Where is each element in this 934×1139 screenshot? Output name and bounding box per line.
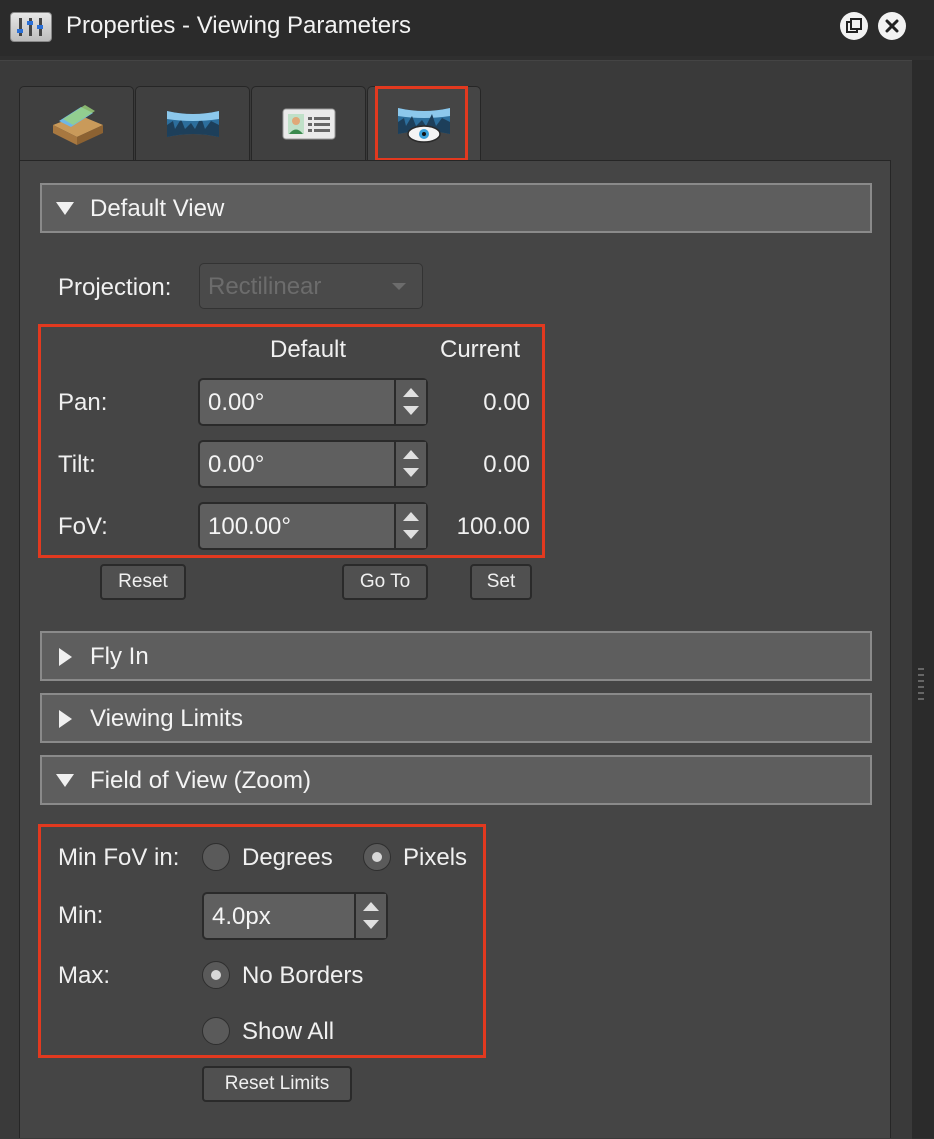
expand-triangle-icon	[59, 710, 72, 728]
section-title: Viewing Limits	[90, 705, 243, 732]
id-card-icon	[282, 108, 335, 139]
min-fov-in-label: Min FoV in:	[58, 844, 180, 871]
tilt-label: Tilt:	[58, 451, 96, 478]
tab-highlight-box	[375, 86, 468, 161]
fov-default-spinbox[interactable]: 100.00°	[198, 502, 428, 550]
min-label: Min:	[58, 902, 104, 929]
section-title: Field of View (Zoom)	[90, 767, 311, 794]
min-fov-stepper[interactable]	[354, 894, 386, 938]
go-to-button[interactable]: Go To	[342, 564, 428, 600]
section-field-of-view-header[interactable]: Field of View (Zoom)	[40, 755, 872, 805]
pan-default-value: 0.00°	[208, 389, 265, 416]
fov-current-value: 100.00	[456, 513, 530, 540]
pan-default-spinbox[interactable]: 0.00°	[198, 378, 428, 426]
panorama-icon	[166, 110, 219, 137]
spin-down-icon[interactable]	[363, 920, 379, 929]
reset-button[interactable]: Reset	[100, 564, 186, 600]
app-properties-icon	[10, 12, 52, 42]
section-viewing-limits-header[interactable]: Viewing Limits	[40, 693, 872, 743]
pixels-label[interactable]: Pixels	[403, 844, 467, 872]
min-fov-spinbox[interactable]: 4.0px	[202, 892, 388, 940]
spin-down-icon[interactable]	[403, 468, 419, 477]
layers-tray-icon	[52, 104, 103, 145]
expand-triangle-icon	[59, 648, 72, 666]
pan-stepper[interactable]	[394, 380, 426, 424]
section-title: Default View	[90, 195, 225, 222]
pixels-radio[interactable]	[363, 843, 391, 871]
fov-label: FoV:	[58, 513, 108, 540]
title-bar: Properties - Viewing Parameters	[0, 0, 934, 56]
spin-up-icon[interactable]	[363, 902, 379, 911]
tab-panorama[interactable]	[135, 86, 250, 160]
reset-limits-button[interactable]: Reset Limits	[202, 1066, 352, 1102]
section-default-view-header[interactable]: Default View	[40, 183, 872, 233]
show-all-radio[interactable]	[202, 1017, 230, 1045]
projection-label: Projection:	[58, 274, 172, 301]
fov-stepper[interactable]	[394, 504, 426, 548]
section-title: Fly In	[90, 643, 149, 670]
column-header-current: Current	[440, 336, 521, 363]
spin-down-icon[interactable]	[403, 530, 419, 539]
tilt-default-spinbox[interactable]: 0.00°	[198, 440, 428, 488]
tilt-default-value: 0.00°	[208, 451, 265, 478]
spin-up-icon[interactable]	[403, 512, 419, 521]
degrees-label[interactable]: Degrees	[242, 844, 333, 872]
projection-value: Rectilinear	[208, 273, 322, 300]
tab-layers[interactable]	[19, 86, 134, 160]
collapse-triangle-icon	[56, 202, 74, 215]
max-label: Max:	[58, 962, 111, 989]
show-all-label[interactable]: Show All	[242, 1018, 334, 1046]
panel-splitter[interactable]	[912, 60, 934, 1138]
tab-info[interactable]	[251, 86, 366, 160]
pan-current-value: 0.00	[483, 389, 530, 416]
no-borders-label[interactable]: No Borders	[242, 962, 363, 990]
tilt-stepper[interactable]	[394, 442, 426, 486]
fov-default-value: 100.00°	[208, 513, 292, 540]
splitter-grip-icon[interactable]	[918, 668, 924, 708]
min-fov-value: 4.0px	[212, 903, 271, 930]
column-header-default: Default	[270, 336, 347, 363]
spin-up-icon[interactable]	[403, 450, 419, 459]
projection-select: Rectilinear	[199, 263, 423, 309]
section-fly-in-header[interactable]: Fly In	[40, 631, 872, 681]
close-icon[interactable]	[878, 12, 906, 40]
no-borders-radio[interactable]	[202, 961, 230, 989]
spin-down-icon[interactable]	[403, 406, 419, 415]
tilt-current-value: 0.00	[483, 451, 530, 478]
window-title: Properties - Viewing Parameters	[66, 12, 412, 39]
collapse-triangle-icon	[56, 774, 74, 787]
detach-window-icon[interactable]	[840, 12, 868, 40]
degrees-radio[interactable]	[202, 843, 230, 871]
chevron-down-icon	[392, 283, 406, 290]
set-button[interactable]: Set	[470, 564, 532, 600]
spin-up-icon[interactable]	[403, 388, 419, 397]
pan-label: Pan:	[58, 389, 108, 416]
